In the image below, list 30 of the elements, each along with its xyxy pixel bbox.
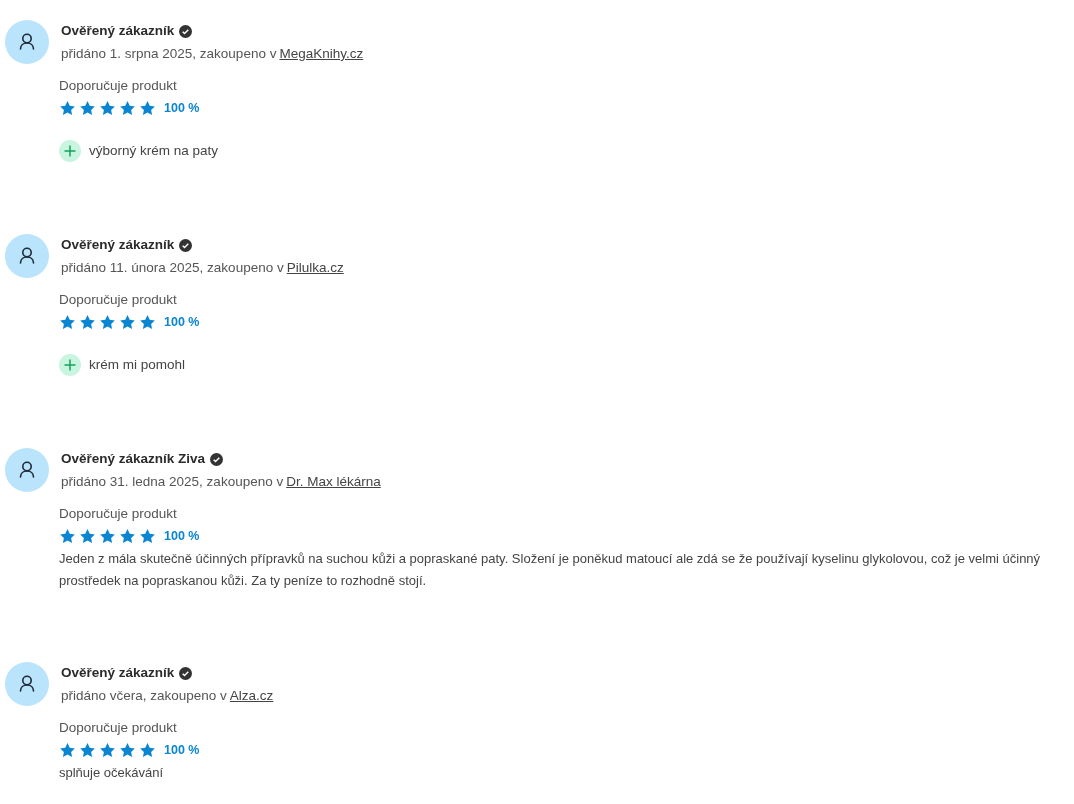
avatar-icon <box>5 662 49 706</box>
author-name: Ověřený zákazník <box>61 235 175 254</box>
avatar-icon <box>5 448 49 492</box>
rating-percent: 100 % <box>164 100 200 117</box>
recommendation-label: Doporučuje produkt <box>59 291 178 309</box>
review-date: přidáno 1. srpna 2025, zakoupeno v <box>61 44 277 63</box>
review-date: přidáno 31. ledna 2025, zakoupeno v <box>61 472 284 491</box>
author-name: Ověřený zákazník <box>61 21 175 40</box>
review-date: přidáno včera, zakoupeno v <box>61 686 227 705</box>
pro-text: výborný krém na paty <box>89 141 219 160</box>
plus-icon <box>59 353 81 376</box>
shop-link[interactable]: MegaKnihy.cz <box>279 43 364 65</box>
author-name: Ověřený zákazník <box>61 663 175 682</box>
rating-percent: 100 % <box>164 314 200 331</box>
review-date: přidáno 11. února 2025, zakoupeno v <box>61 258 284 277</box>
author-name: Ověřený zákazník Ziva <box>61 449 206 468</box>
recommendation-label: Doporučuje produkt <box>59 719 178 737</box>
pro-text: krém mi pomohl <box>89 355 186 374</box>
recommendation-label: Doporučuje produkt <box>59 77 178 95</box>
shop-link[interactable]: Dr. Max lékárna <box>286 471 381 493</box>
review-text: Jeden z mála skutečně účinných přípravků na suchou kůži a popraskané paty. Složení je poněkud matoucí ale zdá se že používají kyselinu glykolovou, což je velmi účinný prostředek na popraskanou kůži. Za ty peníze to rozhodně stojí. <box>59 549 1042 590</box>
review-text: splňuje očekávání <box>59 763 165 782</box>
shop-link[interactable]: Pilulka.cz <box>286 257 344 279</box>
shop-link[interactable]: Alza.cz <box>229 685 274 707</box>
avatar-icon <box>5 20 49 64</box>
rating-percent: 100 % <box>164 742 200 759</box>
avatar-icon <box>5 234 49 278</box>
plus-icon <box>59 139 81 162</box>
rating-percent: 100 % <box>164 528 200 545</box>
recommendation-label: Doporučuje produkt <box>59 505 178 523</box>
